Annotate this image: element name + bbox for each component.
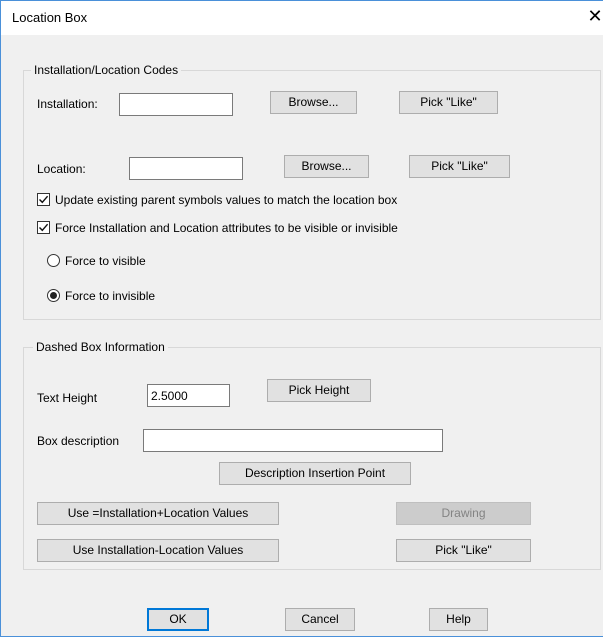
location-pick-like-button[interactable]: Pick "Like" — [409, 155, 510, 178]
force-visibility-label: Force Installation and Location attribut… — [55, 221, 398, 235]
radio-selected-dot — [50, 292, 57, 299]
description-insertion-point-button[interactable]: Description Insertion Point — [219, 462, 411, 485]
use-installation-plus-location-button[interactable]: Use =Installation+Location Values — [37, 502, 279, 525]
location-box-dialog: Location Box ✕ Installation/Location Cod… — [0, 0, 603, 637]
force-visibility-checkbox[interactable] — [37, 221, 50, 234]
force-visible-label: Force to visible — [65, 254, 146, 268]
installation-location-codes-label: Installation/Location Codes — [31, 63, 182, 77]
installation-input[interactable] — [119, 93, 233, 116]
installation-pick-like-button[interactable]: Pick "Like" — [399, 91, 498, 114]
pick-like-button[interactable]: Pick "Like" — [396, 539, 531, 562]
installation-label: Installation: — [37, 97, 98, 111]
use-installation-dash-location-button[interactable]: Use Installation-Location Values — [37, 539, 279, 562]
window-title: Location Box — [12, 10, 88, 25]
text-height-input[interactable] — [147, 384, 230, 407]
help-button[interactable]: Help — [429, 608, 488, 631]
title-bar: Location Box ✕ — [1, 1, 603, 35]
location-browse-button[interactable]: Browse... — [284, 155, 369, 178]
pick-height-button[interactable]: Pick Height — [267, 379, 371, 402]
force-visible-radio[interactable] — [47, 254, 60, 267]
location-input[interactable] — [129, 157, 243, 180]
cancel-button[interactable]: Cancel — [285, 608, 355, 631]
box-description-label: Box description — [37, 434, 120, 448]
text-height-label: Text Height — [37, 391, 98, 405]
close-icon[interactable]: ✕ — [586, 5, 603, 27]
update-parent-label: Update existing parent symbols values to… — [55, 193, 398, 207]
check-icon — [39, 223, 49, 232]
box-description-input[interactable] — [143, 429, 443, 452]
force-invisible-radio[interactable] — [47, 289, 60, 302]
location-label: Location: — [37, 162, 86, 176]
drawing-button[interactable]: Drawing — [396, 502, 531, 525]
force-invisible-label: Force to invisible — [65, 289, 156, 303]
installation-browse-button[interactable]: Browse... — [270, 91, 357, 114]
ok-button[interactable]: OK — [147, 608, 209, 631]
update-parent-checkbox[interactable] — [37, 193, 50, 206]
dashed-box-information-label: Dashed Box Information — [33, 340, 168, 354]
check-icon — [39, 195, 49, 204]
